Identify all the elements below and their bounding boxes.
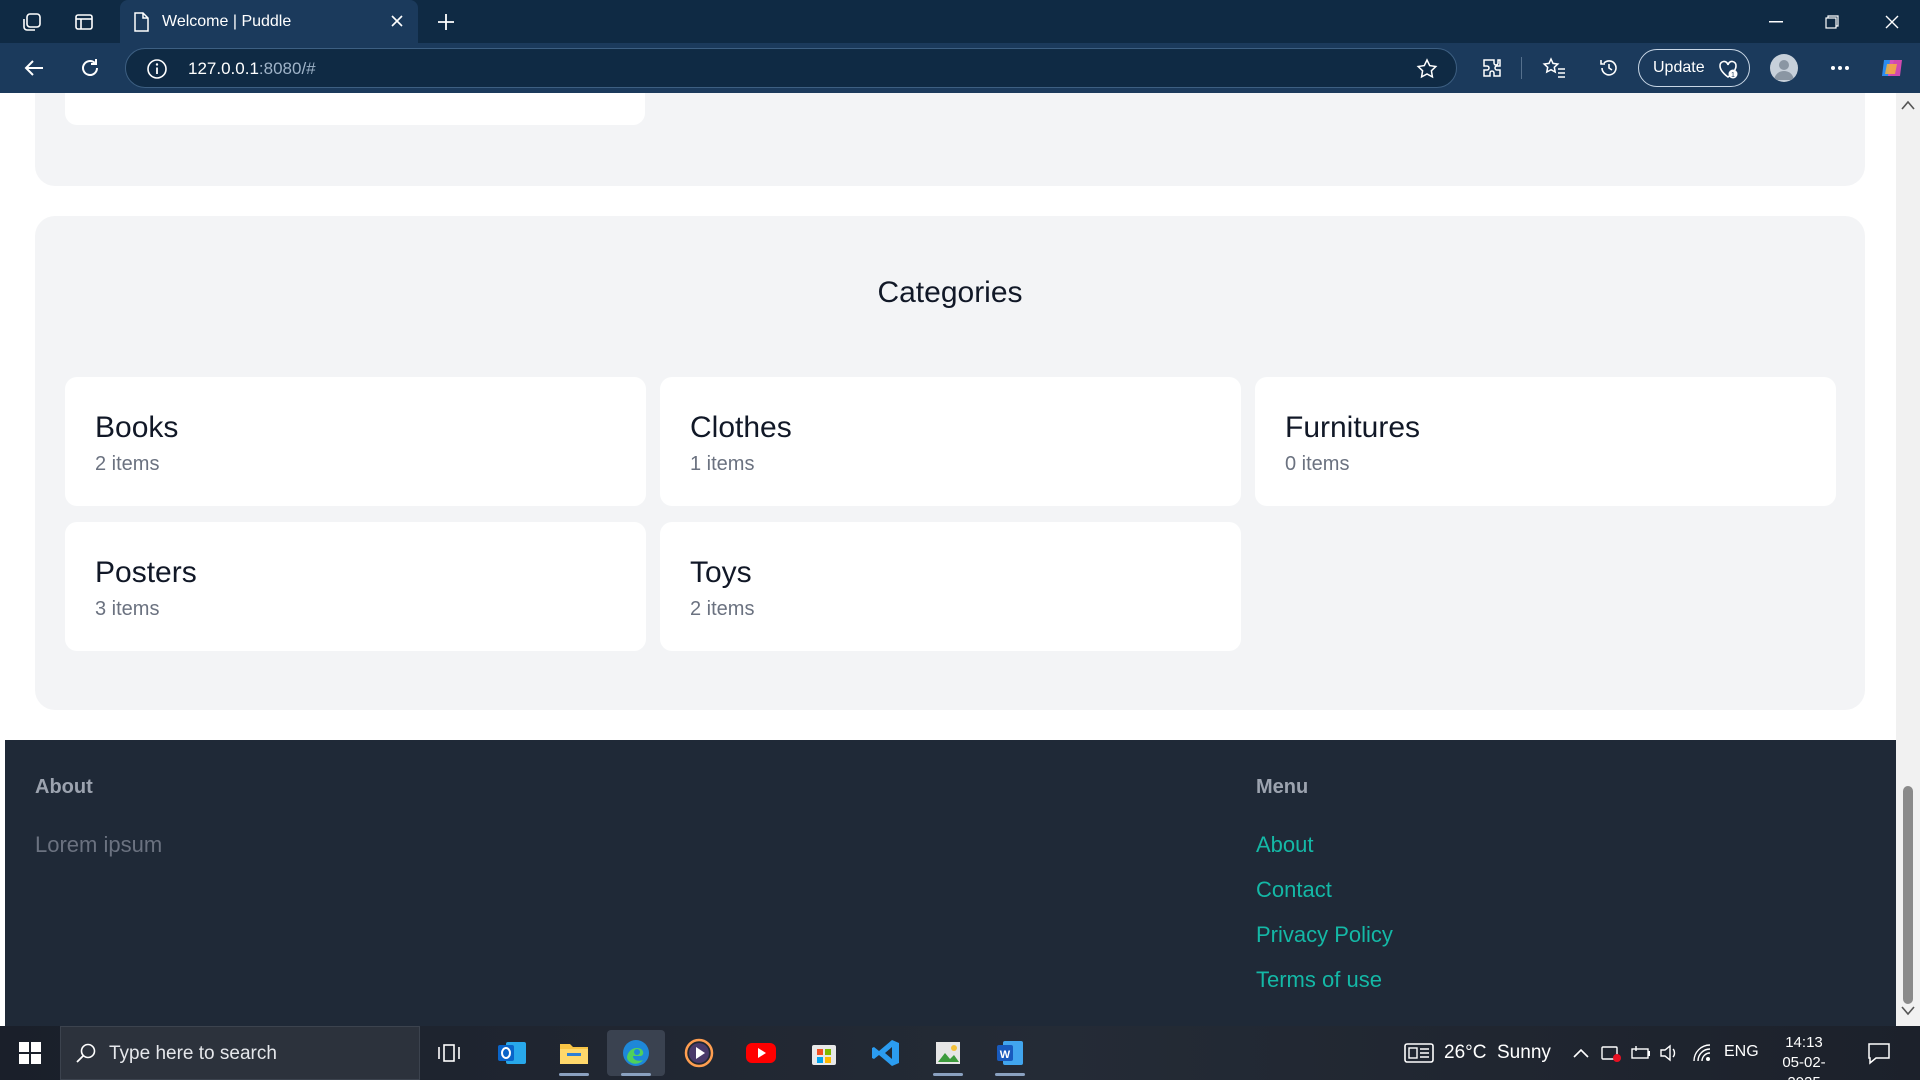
copilot-icon[interactable] — [1878, 54, 1906, 82]
more-options-icon[interactable] — [1826, 54, 1854, 82]
footer-link-terms-of-use[interactable]: Terms of use — [1256, 967, 1382, 993]
task-view-icon[interactable] — [420, 1030, 478, 1076]
scrollbar-thumb[interactable] — [1903, 786, 1913, 1004]
profile-icon — [1774, 60, 1794, 80]
system-clock[interactable]: 14:13 05-02-2025 — [1768, 1033, 1840, 1080]
update-button[interactable]: Update 1 — [1638, 49, 1750, 87]
page-icon — [134, 11, 149, 32]
profile-avatar[interactable] — [1770, 54, 1798, 82]
site-footer: About Lorem ipsum Menu About Contact Pri… — [5, 740, 1896, 1026]
weather-widget[interactable]: 26°C Sunny — [1404, 1026, 1551, 1080]
category-card-books[interactable]: Books 2 items — [65, 377, 646, 506]
workspaces-icon[interactable] — [18, 8, 46, 36]
previous-item-card[interactable] — [65, 93, 645, 125]
url-host: 127.0.0.1 — [188, 59, 259, 78]
news-widget-icon — [1404, 1043, 1434, 1063]
site-info-icon[interactable] — [146, 58, 168, 80]
scroll-up-icon[interactable] — [1900, 99, 1916, 111]
back-icon[interactable] — [20, 54, 48, 82]
category-card-posters[interactable]: Posters 3 items — [65, 522, 646, 651]
toolbar-divider — [1521, 57, 1522, 79]
category-count: 2 items — [690, 598, 755, 620]
running-indicator — [559, 1073, 589, 1076]
weather-text: 26°C Sunny — [1444, 1042, 1551, 1063]
edge-browser-icon[interactable] — [607, 1030, 665, 1076]
footer-about-heading: About — [35, 776, 93, 798]
browser-tab-bar: Welcome | Puddle — [0, 0, 1920, 43]
youtube-icon[interactable] — [732, 1030, 790, 1076]
volume-icon[interactable] — [1656, 1040, 1682, 1066]
category-card-furnitures[interactable]: Furnitures 0 items — [1255, 377, 1836, 506]
restore-icon[interactable] — [1804, 0, 1860, 43]
search-placeholder: Type here to search — [109, 1043, 277, 1064]
language-indicator[interactable]: ENG — [1724, 1043, 1759, 1061]
windows-logo-icon — [19, 1042, 41, 1064]
search-icon — [76, 1043, 96, 1063]
url-text[interactable]: 127.0.0.1:8080/# — [188, 59, 316, 79]
running-indicator — [933, 1073, 963, 1076]
category-count: 0 items — [1285, 453, 1350, 475]
show-hidden-icons-icon[interactable] — [1568, 1040, 1594, 1066]
clock-date: 05-02-2025 — [1782, 1054, 1826, 1080]
extensions-icon[interactable] — [1478, 54, 1506, 82]
footer-menu-heading: Menu — [1256, 776, 1309, 798]
category-count: 1 items — [690, 453, 755, 475]
refresh-icon[interactable] — [76, 54, 104, 82]
start-button[interactable] — [0, 1026, 60, 1080]
browser-toolbar: 127.0.0.1:8080/# Update 1 — [0, 43, 1920, 93]
address-bar[interactable]: 127.0.0.1:8080/# — [125, 48, 1457, 88]
svg-text:1: 1 — [1731, 72, 1735, 79]
history-icon[interactable] — [1595, 54, 1623, 82]
category-card-toys[interactable]: Toys 2 items — [660, 522, 1241, 651]
page-scrollbar[interactable] — [1896, 93, 1920, 1026]
category-count: 3 items — [95, 598, 160, 620]
footer-about-text: Lorem ipsum — [35, 832, 163, 857]
category-card-clothes[interactable]: Clothes 1 items — [660, 377, 1241, 506]
wifi-icon[interactable] — [1690, 1040, 1716, 1066]
close-window-icon[interactable] — [1864, 0, 1920, 43]
footer-link-about[interactable]: About — [1256, 832, 1314, 858]
footer-link-contact[interactable]: Contact — [1256, 877, 1332, 903]
categories-title: Categories — [877, 276, 1023, 309]
media-player-icon[interactable] — [670, 1030, 728, 1076]
update-heart-icon: 1 — [1719, 60, 1738, 79]
image-editor-icon[interactable] — [919, 1030, 977, 1076]
previous-section — [35, 93, 1865, 186]
running-indicator — [621, 1073, 651, 1076]
vertical-tabs-icon[interactable] — [70, 8, 98, 36]
page-viewport: Categories Books 2 items Clothes 1 items… — [5, 93, 1896, 1026]
meet-now-icon[interactable] — [1598, 1040, 1624, 1066]
footer-link-privacy-policy[interactable]: Privacy Policy — [1256, 922, 1393, 948]
minimize-icon[interactable] — [1748, 0, 1804, 43]
outlook-icon[interactable] — [483, 1030, 541, 1076]
categories-section: Categories Books 2 items Clothes 1 items… — [35, 216, 1865, 710]
microsoft-store-icon[interactable] — [795, 1030, 853, 1076]
new-tab-icon[interactable] — [432, 8, 460, 36]
tab-title: Welcome | Puddle — [162, 12, 292, 30]
category-name: Toys — [690, 556, 752, 589]
tab-welcome-puddle[interactable]: Welcome | Puddle — [120, 0, 418, 43]
battery-icon[interactable] — [1628, 1040, 1654, 1066]
svg-text:W: W — [1000, 1049, 1011, 1061]
running-indicator — [995, 1073, 1025, 1076]
favorites-icon[interactable] — [1540, 54, 1568, 82]
vscode-icon[interactable] — [857, 1030, 915, 1076]
notifications-icon[interactable] — [1866, 1040, 1892, 1066]
close-tab-icon[interactable] — [386, 10, 408, 32]
update-label: Update — [1653, 59, 1705, 76]
windows-taskbar: Type here to search W 26°C Sunny ENG 14:… — [0, 1026, 1920, 1080]
category-name: Furnitures — [1285, 411, 1421, 444]
favorite-star-icon[interactable] — [1416, 58, 1438, 80]
category-name: Posters — [95, 556, 197, 589]
taskbar-search-box[interactable]: Type here to search — [60, 1026, 420, 1080]
url-path: :8080/# — [258, 59, 316, 78]
category-count: 2 items — [95, 453, 160, 475]
scroll-down-icon[interactable] — [1900, 1005, 1916, 1017]
category-name: Clothes — [690, 411, 792, 444]
file-explorer-icon[interactable] — [545, 1030, 603, 1076]
word-icon[interactable]: W — [981, 1030, 1039, 1076]
clock-time: 14:13 — [1785, 1034, 1823, 1051]
category-name: Books — [95, 411, 179, 444]
